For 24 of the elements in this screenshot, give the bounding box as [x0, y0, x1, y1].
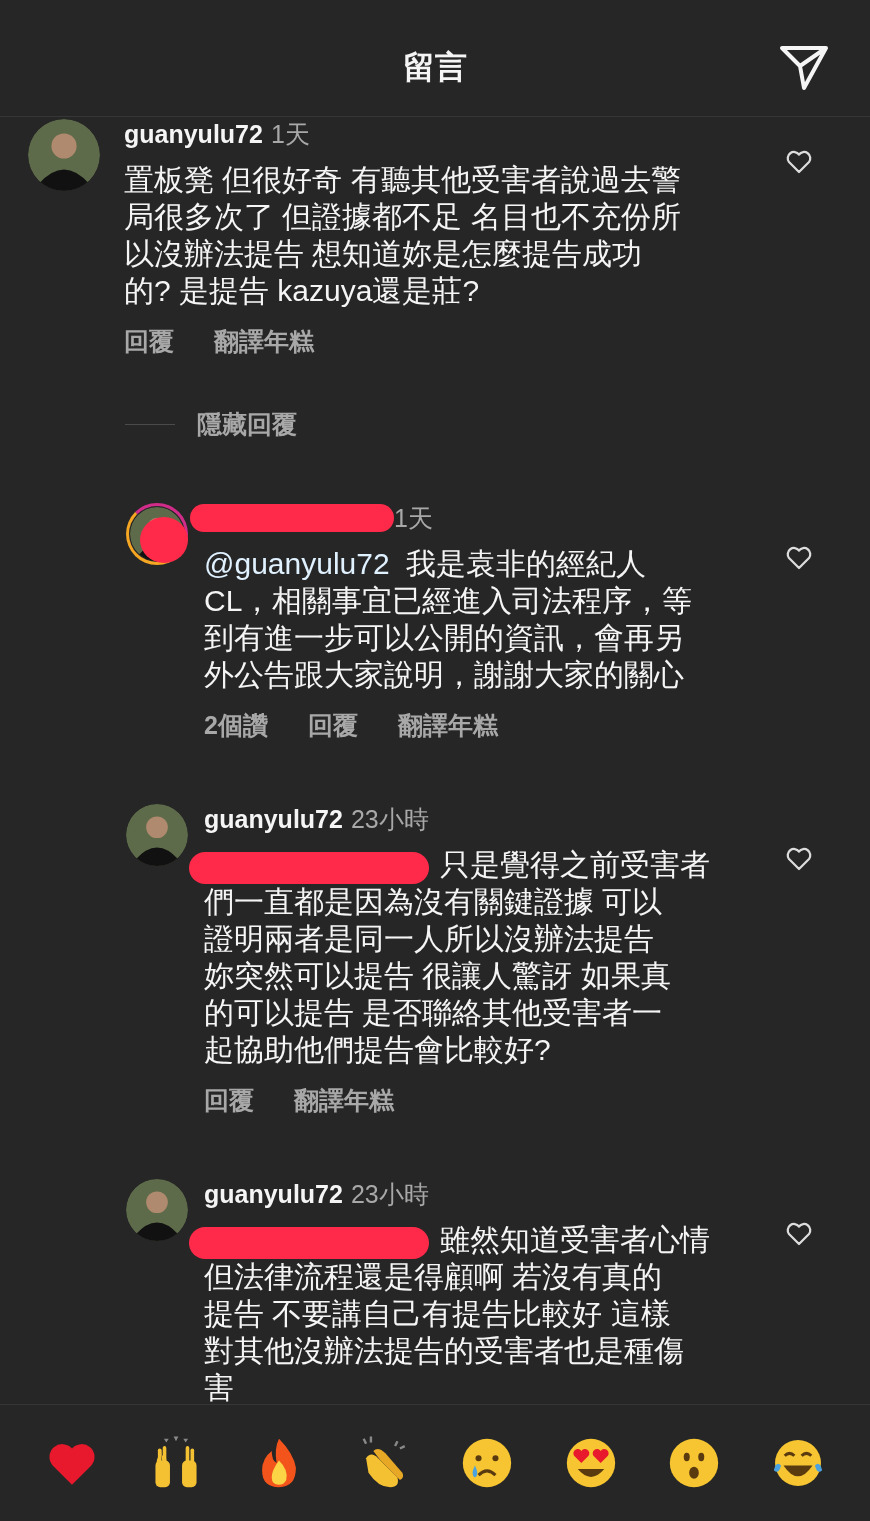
comment-text: 置板凳 但很好奇 有聽其他受害者說過去警 局很多次了 但證據都不足 名目也不充份所 以沒辦法提告 想知道妳是怎麼提告成功 的? 是提告 kazuya還是莊? [124, 162, 682, 309]
avatar[interactable] [28, 119, 100, 191]
timestamp: 1天 [270, 118, 310, 150]
mention-link[interactable]: @guanyulu72 [204, 547, 390, 580]
comment-action[interactable]: 翻譯年糕 [214, 325, 314, 358]
comment-action[interactable]: 回覆 [204, 1084, 254, 1117]
avatar[interactable] [126, 804, 188, 866]
username[interactable]: guanyulu72 [204, 1179, 343, 1209]
hide-replies-button[interactable]: 隱藏回覆 [197, 408, 297, 441]
comment-action[interactable]: 2個讚 [204, 709, 268, 742]
comment-text: @guanyulu72 我是袁非的經紀人 CL，相關事宜已經進入司法程序，等 到有進一步可以公開的資訊，會再另 外公告跟大家說明，謝謝大家的關心 [204, 546, 694, 693]
username[interactable]: guanyulu72 [124, 119, 263, 149]
timestamp: 1天 [394, 502, 433, 534]
username[interactable]: guanyulu72 [204, 804, 343, 834]
timestamp: 23小時 [350, 803, 429, 835]
timestamp: 23小時 [350, 1178, 429, 1210]
comment-action[interactable]: 翻譯年糕 [294, 1084, 394, 1117]
comment-text: 只是覺得之前受害者 們一直都是因為沒有關鍵證據 可以 證明兩者是同一人所以沒辦法提告 妳突然可以提告 很讓人驚訝 如果真 的可以提告 是否聯絡其他受害者一 起協助他們提告會比較好? [204, 847, 711, 1068]
comment-action[interactable]: 翻譯年糕 [397, 709, 498, 742]
comment-text: 雖然知道受害者心情 但法律流程還是得顧啊 若沒有真的 提告 不要講自己有提告比較好 這樣 對其他沒辦法提告的受害者也是種傷 害 [204, 1222, 711, 1404]
comment-action[interactable]: 回覆 [124, 325, 174, 358]
comment-action[interactable]: 回覆 [307, 709, 358, 742]
page-title: 留言 [403, 48, 467, 87]
avatar[interactable] [126, 1179, 188, 1241]
